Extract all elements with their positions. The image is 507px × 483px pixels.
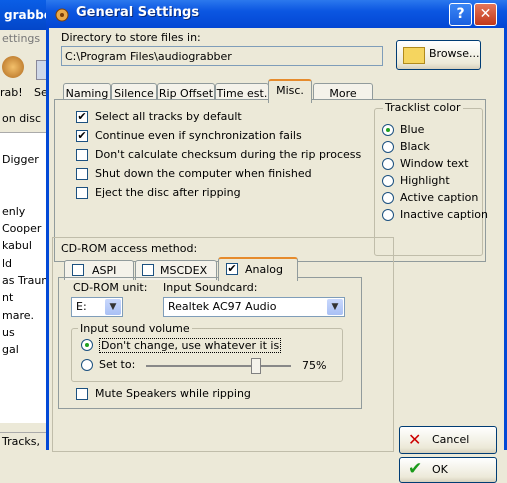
color-inactive-caption-label: Inactive caption bbox=[400, 208, 488, 221]
volume-set-to-radio[interactable] bbox=[81, 359, 93, 371]
browse-button-label: Browse... bbox=[429, 47, 480, 60]
volume-slider-thumb[interactable] bbox=[251, 358, 261, 374]
ok-checkmark-icon: ✔ bbox=[408, 459, 423, 479]
status-text: Tracks, bbox=[2, 435, 41, 448]
volume-percent: 75% bbox=[302, 359, 327, 372]
dialog-titlebar[interactable]: General Settings ? ✕ bbox=[46, 0, 507, 28]
aspi-checkbox[interactable] bbox=[72, 264, 84, 276]
shutdown-checkbox[interactable] bbox=[76, 168, 88, 180]
color-window-text-label: Window text bbox=[400, 157, 469, 170]
list-item[interactable]: Digger bbox=[2, 153, 39, 166]
color-blue-radio[interactable] bbox=[382, 124, 394, 136]
close-button[interactable]: ✕ bbox=[474, 3, 497, 26]
dialog-client-area: Directory to store files in: C:\Program … bbox=[49, 28, 504, 483]
color-active-caption-label: Active caption bbox=[400, 191, 479, 204]
chevron-down-icon[interactable]: ▼ bbox=[327, 299, 343, 315]
grab-icon bbox=[2, 56, 24, 78]
ok-button[interactable]: ✔ OK bbox=[399, 457, 497, 483]
color-highlight-radio[interactable] bbox=[382, 175, 394, 187]
list-item[interactable]: enly bbox=[2, 205, 25, 218]
color-highlight-label: Highlight bbox=[400, 174, 450, 187]
soundcard-label: Input Soundcard: bbox=[163, 281, 258, 294]
list-item[interactable]: Cooper bbox=[2, 222, 41, 235]
volume-set-to-label: Set to: bbox=[99, 358, 136, 371]
status-bar: Tracks, bbox=[0, 432, 50, 451]
select-all-tracks-checkbox[interactable]: ✔ bbox=[76, 111, 88, 123]
app-icon bbox=[55, 8, 69, 22]
mute-speakers-checkbox[interactable] bbox=[76, 388, 88, 400]
cdrom-access-legend: CD-ROM access method: bbox=[61, 242, 198, 255]
folder-icon bbox=[403, 47, 425, 64]
mscdex-checkbox[interactable] bbox=[142, 264, 154, 276]
input-volume-legend: Input sound volume bbox=[78, 322, 192, 335]
directory-field[interactable]: C:\Program Files\audiograbber bbox=[61, 46, 383, 66]
no-checksum-checkbox[interactable] bbox=[76, 149, 88, 161]
ok-button-label: OK bbox=[432, 463, 448, 476]
directory-label: Directory to store files in: bbox=[61, 31, 201, 44]
checkmark-icon: ✔ bbox=[77, 110, 87, 123]
select-all-tracks-label: Select all tracks by default bbox=[95, 110, 242, 123]
analog-checkbox[interactable]: ✔ bbox=[226, 263, 238, 275]
shutdown-label: Shut down the computer when finished bbox=[95, 167, 312, 180]
cancel-button-label: Cancel bbox=[432, 433, 470, 446]
color-active-caption-radio[interactable] bbox=[382, 192, 394, 204]
cdrom-unit-label: CD-ROM unit: bbox=[73, 281, 148, 294]
tab-analog-label: Analog bbox=[245, 263, 284, 276]
list-item[interactable]: gal bbox=[2, 343, 19, 356]
eject-disc-checkbox[interactable] bbox=[76, 187, 88, 199]
continue-sync-fails-checkbox[interactable]: ✔ bbox=[76, 130, 88, 142]
tab-analog[interactable]: ✔ Analog bbox=[218, 257, 298, 281]
background-menu-item-label: ettings bbox=[2, 32, 41, 45]
list-item[interactable]: nt bbox=[2, 291, 13, 304]
no-checksum-label: Don't calculate checksum during the rip … bbox=[95, 148, 362, 161]
mute-speakers-label: Mute Speakers while ripping bbox=[95, 387, 251, 400]
tab-misc[interactable]: Misc. bbox=[268, 79, 312, 103]
continue-sync-fails-label: Continue even if synchronization fails bbox=[95, 129, 302, 142]
list-item[interactable]: as Traum bbox=[2, 274, 46, 287]
list-item[interactable]: kabul bbox=[2, 239, 32, 252]
list-item[interactable]: us bbox=[2, 326, 15, 339]
general-settings-dialog: General Settings ? ✕ Directory to store … bbox=[46, 0, 507, 483]
checkmark-icon: ✔ bbox=[227, 262, 237, 275]
color-black-label: Black bbox=[400, 140, 430, 153]
track-list[interactable]: Digger enly Cooper kabul ld as Traum nt … bbox=[0, 132, 46, 423]
soundcard-value: Realtek AC97 Audio bbox=[168, 300, 277, 313]
volume-slider-track[interactable] bbox=[146, 365, 291, 367]
help-button[interactable]: ? bbox=[449, 3, 472, 26]
cdrom-unit-value: E: bbox=[76, 300, 87, 313]
background-menu-item[interactable]: ettings bbox=[0, 30, 50, 48]
cancel-x-icon: ✕ bbox=[408, 430, 422, 449]
color-inactive-caption-radio[interactable] bbox=[382, 209, 394, 221]
dialog-title: General Settings bbox=[76, 5, 200, 20]
color-window-text-radio[interactable] bbox=[382, 158, 394, 170]
grab-button-label: rab! bbox=[0, 86, 23, 99]
list-item[interactable]: mare. bbox=[2, 309, 34, 322]
on-disc-label: on disc bbox=[0, 110, 50, 128]
on-disc-text: on disc bbox=[2, 112, 42, 125]
soundcard-select[interactable]: Realtek AC97 Audio ▼ bbox=[163, 297, 345, 317]
input-volume-group bbox=[71, 328, 343, 382]
checkmark-icon: ✔ bbox=[77, 129, 87, 142]
eject-disc-label: Eject the disc after ripping bbox=[95, 186, 241, 199]
tracklist-color-legend: Tracklist color bbox=[383, 101, 463, 114]
chevron-down-icon[interactable]: ▼ bbox=[105, 299, 121, 315]
browse-button[interactable]: Browse... bbox=[396, 40, 481, 70]
cdrom-unit-select[interactable]: E: ▼ bbox=[71, 297, 123, 317]
list-item[interactable]: ld bbox=[2, 257, 12, 270]
volume-dont-change-radio[interactable] bbox=[81, 339, 93, 351]
grab-button[interactable]: rab! bbox=[0, 52, 30, 104]
color-black-radio[interactable] bbox=[382, 141, 394, 153]
color-blue-label: Blue bbox=[400, 123, 425, 136]
volume-dont-change-label: Don't change, use whatever it is bbox=[99, 338, 282, 353]
